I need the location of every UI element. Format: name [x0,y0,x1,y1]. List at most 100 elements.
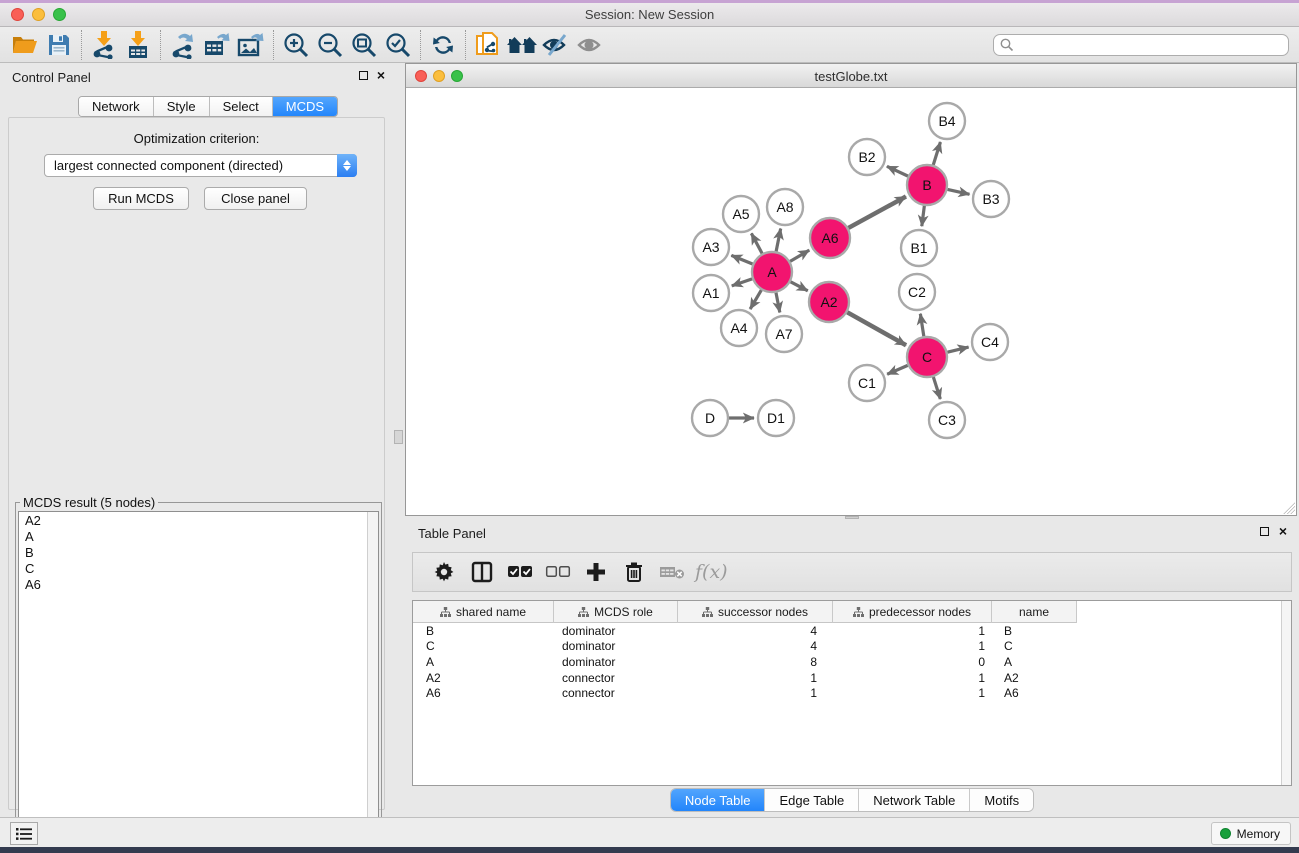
network-node-C3[interactable]: C3 [929,402,965,438]
close-panel-button[interactable]: Close panel [204,187,307,210]
hide-graphics-button[interactable] [539,29,573,61]
mcds-result-list[interactable]: A2ABCA6 [18,511,379,839]
run-mcds-button[interactable]: Run MCDS [93,187,189,210]
tab-edge-table[interactable]: Edge Table [765,789,859,811]
network-node-A2[interactable]: A2 [809,282,849,322]
zoom-in-button[interactable] [279,29,313,61]
network-edge[interactable] [791,282,808,291]
refresh-button[interactable] [426,29,460,61]
tab-network-table[interactable]: Network Table [859,789,970,811]
column-header-shared-name[interactable]: shared name [413,601,554,623]
import-network-button[interactable] [87,29,121,61]
network-edge[interactable] [887,166,908,176]
network-node-D[interactable]: D [692,400,728,436]
home-button[interactable] [505,29,539,61]
table-scrollbar[interactable] [1281,601,1291,785]
network-node-C1[interactable]: C1 [849,365,885,401]
result-list-item[interactable]: C [19,560,378,576]
delete-table-button[interactable] [653,555,691,589]
duplicate-network-button[interactable] [471,29,505,61]
column-header-mcds-role[interactable]: MCDS role [554,601,678,623]
export-image-button[interactable] [234,29,268,61]
network-node-C[interactable]: C [907,337,947,377]
network-node-C2[interactable]: C2 [899,274,935,310]
network-edge[interactable] [933,142,940,165]
save-session-button[interactable] [42,29,76,61]
float-panel-icon[interactable] [359,71,368,80]
network-node-B3[interactable]: B3 [973,181,1009,217]
zoom-selected-button[interactable] [381,29,415,61]
network-edge[interactable] [790,250,809,261]
network-edge[interactable] [947,347,968,352]
network-node-B[interactable]: B [907,165,947,205]
network-node-A3[interactable]: A3 [693,229,729,265]
horizontal-splitter-handle[interactable] [845,516,859,519]
vertical-splitter-handle[interactable] [394,430,403,444]
export-network-button[interactable] [166,29,200,61]
network-node-A5[interactable]: A5 [723,196,759,232]
tab-node-table[interactable]: Node Table [671,789,766,811]
tab-network[interactable]: Network [79,97,154,116]
import-table-button[interactable] [121,29,155,61]
network-edge[interactable] [848,197,906,228]
network-edge[interactable] [847,312,906,345]
result-list-item[interactable]: A [19,528,378,544]
network-edge[interactable] [933,377,940,399]
network-edge[interactable] [948,189,970,194]
tab-style[interactable]: Style [154,97,210,116]
table-row[interactable]: A2connector11A2 [413,670,1291,686]
deselect-all-button[interactable] [539,555,577,589]
network-node-B4[interactable]: B4 [929,103,965,139]
add-column-button[interactable] [577,555,615,589]
function-builder-button[interactable]: f(x) [695,561,728,583]
result-list-scrollbar[interactable] [367,512,378,838]
network-edge[interactable] [751,233,762,253]
split-table-view-button[interactable] [463,555,501,589]
network-node-B1[interactable]: B1 [901,230,937,266]
column-header-successor-nodes[interactable]: successor nodes [678,601,833,623]
memory-button[interactable]: Memory [1211,822,1291,845]
result-list-item[interactable]: A6 [19,576,378,592]
network-edge[interactable] [731,255,752,264]
close-table-panel-icon[interactable]: × [1279,526,1287,536]
network-node-A6[interactable]: A6 [810,218,850,258]
result-list-item[interactable]: B [19,544,378,560]
table-row[interactable]: Bdominator41B [413,623,1291,639]
table-row[interactable]: Adominator80A [413,654,1291,670]
resize-grip-icon[interactable] [1282,501,1295,514]
network-node-A4[interactable]: A4 [721,310,757,346]
export-table-button[interactable] [200,29,234,61]
network-edge[interactable] [776,229,781,252]
task-history-button[interactable] [10,822,38,845]
float-table-panel-icon[interactable] [1260,527,1269,536]
zoom-fit-button[interactable] [347,29,381,61]
table-settings-button[interactable] [425,555,463,589]
delete-column-button[interactable] [615,555,653,589]
open-file-button[interactable] [8,29,42,61]
network-node-B2[interactable]: B2 [849,139,885,175]
tab-select[interactable]: Select [210,97,273,116]
table-row[interactable]: Cdominator41C [413,639,1291,655]
network-node-A[interactable]: A [752,252,792,292]
criterion-dropdown[interactable]: largest connected component (directed) [44,154,357,177]
search-input[interactable] [993,34,1289,56]
tab-motifs[interactable]: Motifs [970,789,1033,811]
network-edge[interactable] [776,293,780,313]
select-all-button[interactable] [501,555,539,589]
close-panel-icon[interactable]: × [377,70,385,80]
network-node-D1[interactable]: D1 [758,400,794,436]
network-node-A1[interactable]: A1 [693,275,729,311]
network-node-A7[interactable]: A7 [766,316,802,352]
network-canvas[interactable]: AA1A2A3A4A5A6A7A8BB1B2B3B4CC1C2C3C4DD1 [406,88,1296,515]
network-node-A8[interactable]: A8 [767,189,803,225]
tab-mcds[interactable]: MCDS [273,97,337,116]
zoom-out-button[interactable] [313,29,347,61]
network-edge[interactable] [887,365,908,374]
table-row[interactable]: A6connector11A6 [413,685,1291,701]
network-edge[interactable] [750,290,761,309]
network-edge[interactable] [920,314,923,337]
result-list-item[interactable]: A2 [19,512,378,528]
column-header-name[interactable]: name [992,601,1077,623]
network-edge[interactable] [922,206,925,226]
show-graphics-button[interactable] [573,29,607,61]
